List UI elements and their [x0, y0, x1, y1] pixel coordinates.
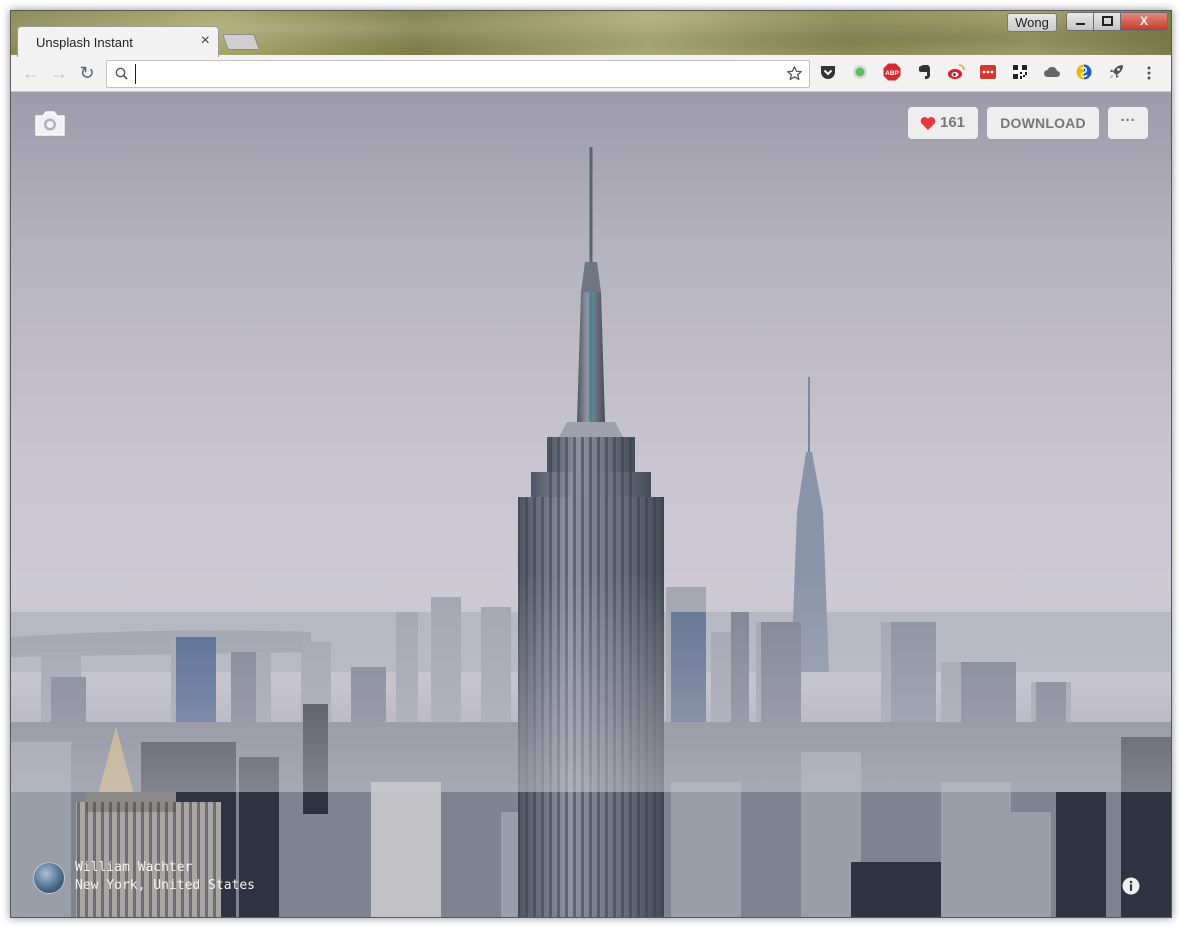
weibo-icon[interactable]	[947, 63, 965, 81]
new-tab-page: 161 DOWNLOAD ··· William Wachter New Yor…	[11, 92, 1171, 917]
download-button[interactable]: DOWNLOAD	[987, 107, 1099, 139]
like-count: 161	[940, 114, 966, 131]
cloud-icon[interactable]	[1043, 63, 1061, 81]
browser-window: Unsplash Instant × Wong X ← → ↻ ABP 161 …	[10, 10, 1172, 918]
tab-unsplash-instant[interactable]: Unsplash Instant ×	[17, 26, 219, 57]
pocket-icon[interactable]	[819, 63, 837, 81]
qr-code-icon[interactable]	[1011, 63, 1029, 81]
browser-toolbar: ← → ↻ ABP	[11, 55, 1171, 92]
forward-button[interactable]: →	[49, 63, 69, 83]
adblock-plus-icon[interactable]: ABP	[883, 63, 901, 81]
background-photo	[11, 147, 1171, 917]
bookmark-star-icon[interactable]	[786, 65, 803, 82]
like-button[interactable]: 161	[908, 107, 978, 139]
maximize-button[interactable]	[1093, 12, 1121, 31]
camera-icon[interactable]	[33, 108, 67, 138]
maximize-icon	[1101, 16, 1113, 26]
red-dots-extension-icon[interactable]	[979, 63, 997, 81]
back-button[interactable]: ←	[21, 63, 41, 83]
photo-credit[interactable]: William Wachter New York, United States	[33, 860, 293, 900]
rocket-icon[interactable]	[1107, 63, 1125, 81]
avatar[interactable]	[33, 862, 65, 894]
tab-close-icon[interactable]: ×	[201, 32, 210, 50]
address-input[interactable]	[135, 64, 780, 84]
evernote-icon[interactable]	[915, 63, 933, 81]
more-options-button[interactable]: ···	[1108, 107, 1148, 139]
browser-menu-icon[interactable]	[1141, 65, 1157, 81]
info-icon[interactable]	[1122, 877, 1140, 895]
tab-title: Unsplash Instant	[36, 35, 133, 50]
heart-icon	[920, 117, 936, 130]
search-icon	[115, 67, 128, 80]
colorful-s-extension-icon[interactable]	[1075, 63, 1093, 81]
author-name[interactable]: William Wachter	[75, 860, 192, 875]
new-tab-button[interactable]	[222, 34, 260, 50]
reload-button[interactable]: ↻	[77, 63, 97, 83]
photo-location: New York, United States	[75, 878, 256, 893]
svg-text:ABP: ABP	[885, 70, 899, 77]
profile-button[interactable]: Wong	[1007, 13, 1057, 32]
green-dot-extension-icon[interactable]	[851, 63, 869, 81]
minimize-button[interactable]	[1066, 12, 1094, 31]
address-bar[interactable]	[106, 60, 810, 88]
close-window-button[interactable]: X	[1120, 12, 1168, 31]
minimize-icon	[1075, 23, 1085, 25]
